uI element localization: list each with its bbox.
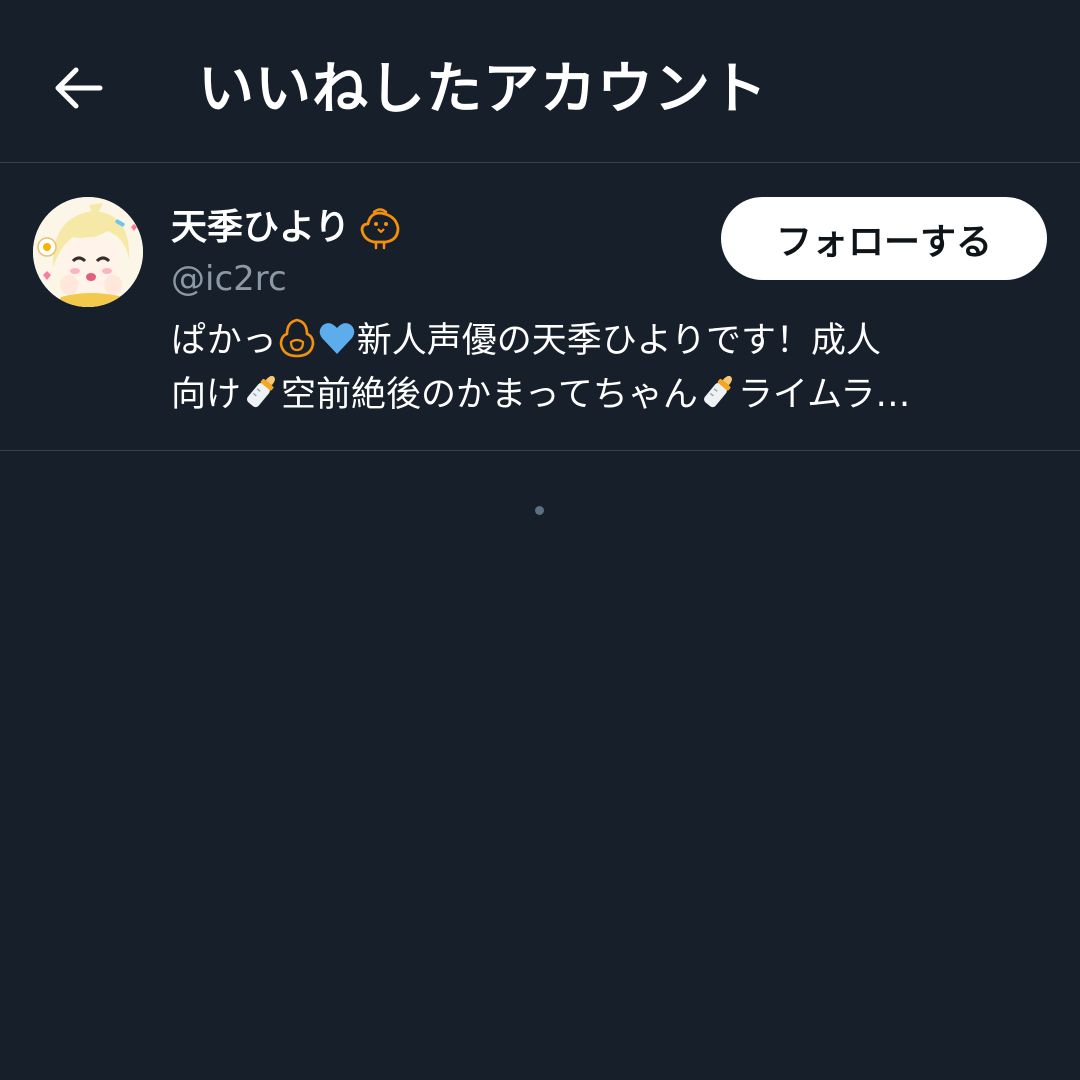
baby-bottle-icon [247,375,276,408]
back-button[interactable] [40,50,116,126]
page-title: いいねしたアカウント [198,57,768,122]
bio-text: ぱかっ [171,321,277,361]
user-bio: ぱかっ 新人声優の天季ひよりです！成人 向け 空前絶後のかまってちゃん ライムラ… [171,314,1051,422]
user-list-item[interactable]: 天季ひより @ic2rc フォローする ぱかっ 新人声優の天季ひよりです！成人 向… [0,164,1080,451]
liked-by-screen: いいねしたアカウント 天季ひより @ic2rc フォローする ぱかっ 新人声優の… [0,0,1080,1080]
chick-outline-icon [360,208,400,250]
display-name[interactable]: 天季ひより [171,202,350,254]
follow-button[interactable]: フォローする [721,197,1047,280]
bio-line-2: 向け 空前絶後のかまってちゃん ライムラ… [171,368,1051,422]
loading-indicator [535,506,544,515]
bio-text: 新人声優の天季ひよりです！成人 [356,321,882,361]
user-handle: @ic2rc [171,259,287,299]
display-name-row: 天季ひより [171,202,404,254]
blue-heart-icon [319,323,354,354]
arrow-left-icon [55,67,103,109]
bio-text: 向け [171,375,242,415]
bio-text: 空前絶後のかまってちゃん [281,375,698,415]
bio-text: ライムラ… [737,375,911,415]
baby-bottle-icon [703,375,732,408]
egg-hatch-outline-icon [279,318,315,358]
avatar[interactable] [33,197,143,307]
top-app-bar: いいねしたアカウント [0,0,1080,163]
bio-line-1: ぱかっ 新人声優の天季ひよりです！成人 [171,314,1051,368]
